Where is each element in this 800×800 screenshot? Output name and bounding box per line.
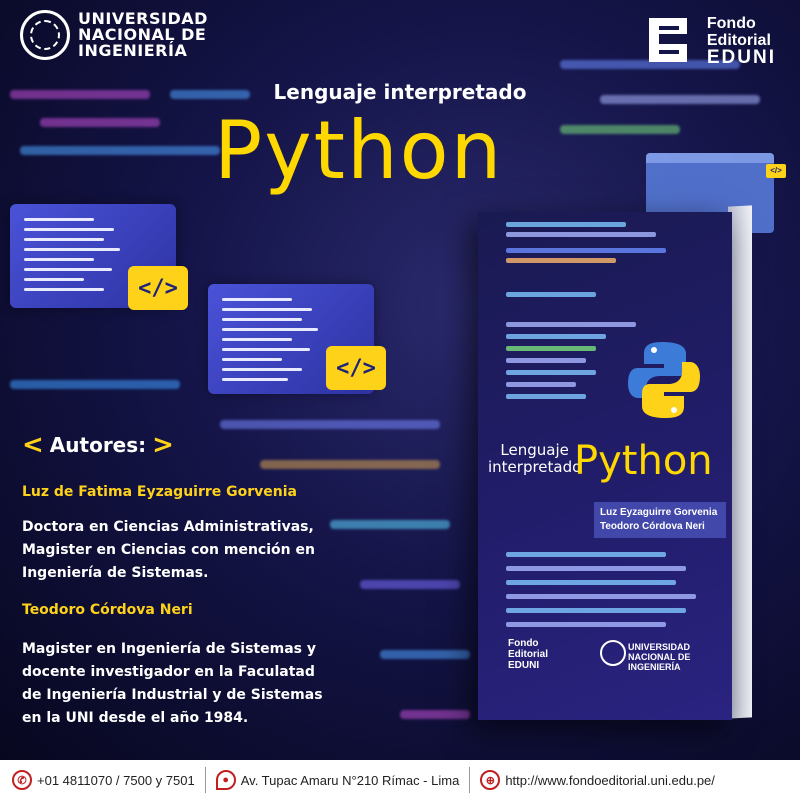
small-code-badge: </> [766, 164, 786, 178]
publisher-logo: Fondo Editorial EDUNI [645, 14, 776, 68]
angle-left-icon: < [22, 430, 44, 460]
university-seal-icon [20, 10, 70, 60]
author-2-name: Teodoro Córdova Neri [22, 602, 193, 618]
university-name: UNIVERSIDAD NACIONAL DE INGENIERÍA [78, 9, 208, 60]
book-title: Python [574, 438, 713, 484]
book-university: UNIVERSIDAD NACIONAL DE INGENIERÍA [628, 642, 691, 672]
book-authors: Luz Eyzaguirre Gorvenia Teodoro Córdova … [594, 502, 726, 538]
university-logo: UNIVERSIDAD NACIONAL DE INGENIERÍA [20, 10, 208, 60]
footer-website[interactable]: ⊕ http://www.fondoeditorial.uni.edu.pe/ [480, 770, 715, 790]
authors-heading: < Autores: > [22, 430, 174, 460]
book-subtitle: Lenguaje interpretado [488, 441, 582, 476]
eduni-mark-icon [648, 18, 687, 62]
publisher-name: Fondo Editorial EDUNI [706, 14, 776, 68]
book-seal-icon [600, 640, 626, 666]
book-cover: Lenguaje interpretado Python Luz Eyzagui… [478, 212, 732, 720]
hero-subtitle: Lenguaje interpretado [273, 80, 527, 104]
author-1-desc: Doctora en Ciencias Administrativas, Mag… [22, 519, 315, 581]
globe-icon: ⊕ [480, 770, 501, 790]
location-pin-icon: ● [215, 770, 236, 790]
code-badge-2: </> [326, 346, 386, 390]
book-publisher: Fondo Editorial EDUNI [508, 638, 549, 671]
python-logo-icon [628, 342, 700, 418]
code-badge-1: </> [128, 266, 188, 310]
author-2-desc: Magister en Ingeniería de Sistemas y doc… [22, 641, 323, 726]
hero-title: Python [214, 104, 504, 197]
footer-address: ● Av. Tupac Amaru N°210 Rímac - Lima [215, 770, 459, 790]
author-1-name: Luz de Fatima Eyzaguirre Gorvenia [22, 484, 297, 500]
footer: ✆ +01 4811070 / 7500 y 7501 ● Av. Tupac … [0, 760, 800, 800]
angle-right-icon: > [152, 430, 174, 460]
footer-divider [469, 767, 471, 793]
footer-phone[interactable]: ✆ +01 4811070 / 7500 y 7501 [12, 770, 195, 790]
footer-divider [204, 767, 206, 793]
phone-icon: ✆ [12, 770, 32, 790]
